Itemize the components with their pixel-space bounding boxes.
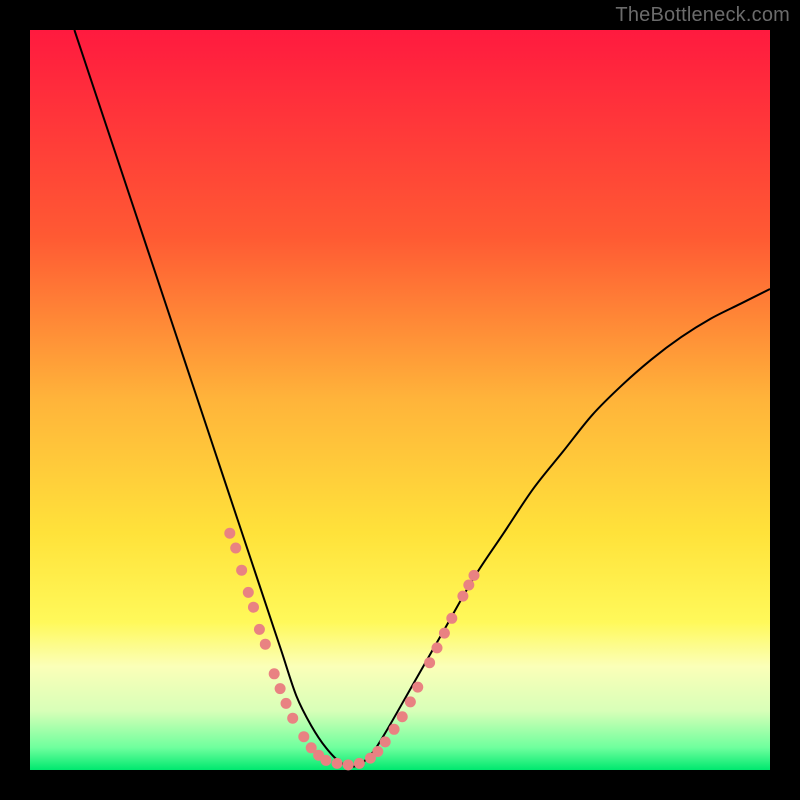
highlight-dot	[298, 731, 309, 742]
highlight-dot	[332, 758, 343, 769]
chart-container: TheBottleneck.com	[0, 0, 800, 800]
highlight-dot	[287, 713, 298, 724]
highlight-dot	[243, 587, 254, 598]
highlight-dot	[236, 565, 247, 576]
highlight-dot	[275, 683, 286, 694]
highlight-dot	[432, 642, 443, 653]
highlight-dot	[230, 543, 241, 554]
highlight-dot	[439, 628, 450, 639]
bottleneck-chart	[0, 0, 800, 800]
highlight-dot	[424, 657, 435, 668]
plot-background	[30, 30, 770, 770]
highlight-dot	[405, 696, 416, 707]
highlight-dot	[389, 724, 400, 735]
highlight-dot	[321, 755, 332, 766]
highlight-dot	[457, 591, 468, 602]
highlight-dot	[446, 613, 457, 624]
highlight-dot	[463, 580, 474, 591]
highlight-dot	[254, 624, 265, 635]
highlight-dot	[269, 668, 280, 679]
watermark-text: TheBottleneck.com	[615, 4, 790, 27]
highlight-dot	[469, 570, 480, 581]
highlight-dot	[260, 639, 271, 650]
highlight-dot	[248, 602, 259, 613]
highlight-dot	[412, 682, 423, 693]
highlight-dot	[224, 528, 235, 539]
highlight-dot	[372, 746, 383, 757]
highlight-dot	[397, 711, 408, 722]
highlight-dot	[380, 736, 391, 747]
highlight-dot	[354, 758, 365, 769]
highlight-dot	[281, 698, 292, 709]
highlight-dot	[343, 759, 354, 770]
